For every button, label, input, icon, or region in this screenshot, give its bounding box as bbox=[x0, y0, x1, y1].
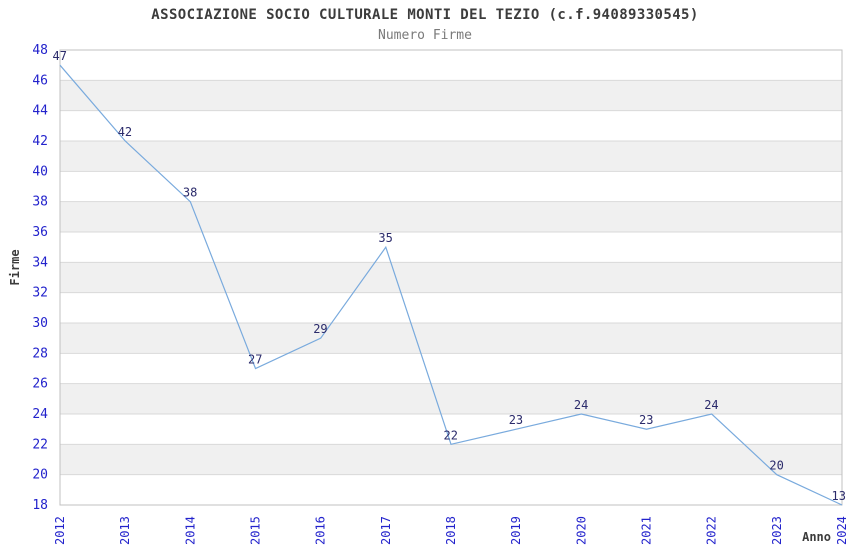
y-tick-label: 30 bbox=[32, 316, 48, 331]
x-tick-label: 2024 bbox=[835, 516, 849, 545]
x-tick-label: 2015 bbox=[249, 516, 263, 545]
y-tick-label: 36 bbox=[32, 225, 48, 240]
y-tick-label: 22 bbox=[32, 437, 48, 452]
y-tick-label: 20 bbox=[32, 468, 48, 483]
line-chart-canvas: 4742382729352223242324201318202224262830… bbox=[8, 43, 849, 545]
background-band bbox=[60, 383, 842, 414]
background-band bbox=[60, 201, 842, 232]
x-tick-label: 2017 bbox=[379, 516, 393, 545]
value-label: 23 bbox=[639, 413, 653, 427]
value-label: 35 bbox=[378, 231, 392, 245]
y-tick-label: 44 bbox=[32, 104, 48, 119]
background-band bbox=[60, 80, 842, 111]
x-tick-label: 2012 bbox=[53, 516, 67, 545]
x-tick-label: 2014 bbox=[183, 516, 197, 545]
y-axis-label: Firme bbox=[8, 249, 22, 285]
value-label: 24 bbox=[704, 398, 718, 412]
value-label: 24 bbox=[574, 398, 588, 412]
y-tick-label: 40 bbox=[32, 164, 48, 179]
y-tick-label: 26 bbox=[32, 377, 48, 392]
y-tick-label: 34 bbox=[32, 255, 48, 270]
value-label: 42 bbox=[118, 125, 132, 139]
y-tick-label: 38 bbox=[32, 195, 48, 210]
value-label: 23 bbox=[509, 413, 523, 427]
x-tick-label: 2018 bbox=[444, 516, 458, 545]
x-tick-label: 2021 bbox=[640, 516, 654, 545]
background-band bbox=[60, 444, 842, 475]
x-axis-label: Anno bbox=[802, 530, 831, 544]
value-label: 20 bbox=[769, 459, 783, 473]
x-tick-label: 2022 bbox=[705, 516, 719, 545]
value-label: 27 bbox=[248, 353, 262, 367]
background-band bbox=[60, 323, 842, 354]
y-tick-label: 46 bbox=[32, 73, 48, 88]
y-tick-label: 48 bbox=[32, 43, 48, 58]
y-tick-label: 28 bbox=[32, 346, 48, 361]
value-label: 47 bbox=[53, 49, 67, 63]
x-tick-label: 2020 bbox=[574, 516, 588, 545]
y-tick-label: 18 bbox=[32, 498, 48, 513]
background-band bbox=[60, 141, 842, 172]
value-label: 38 bbox=[183, 186, 197, 200]
background-band bbox=[60, 262, 842, 293]
x-tick-label: 2019 bbox=[509, 516, 523, 545]
y-tick-label: 24 bbox=[32, 407, 48, 422]
x-tick-label: 2013 bbox=[118, 516, 132, 545]
value-label: 22 bbox=[444, 428, 458, 442]
y-tick-label: 32 bbox=[32, 286, 48, 301]
value-label: 29 bbox=[313, 322, 327, 336]
x-tick-label: 2016 bbox=[314, 516, 328, 545]
y-tick-label: 42 bbox=[32, 134, 48, 149]
x-tick-label: 2023 bbox=[770, 516, 784, 545]
value-label: 13 bbox=[832, 489, 846, 503]
